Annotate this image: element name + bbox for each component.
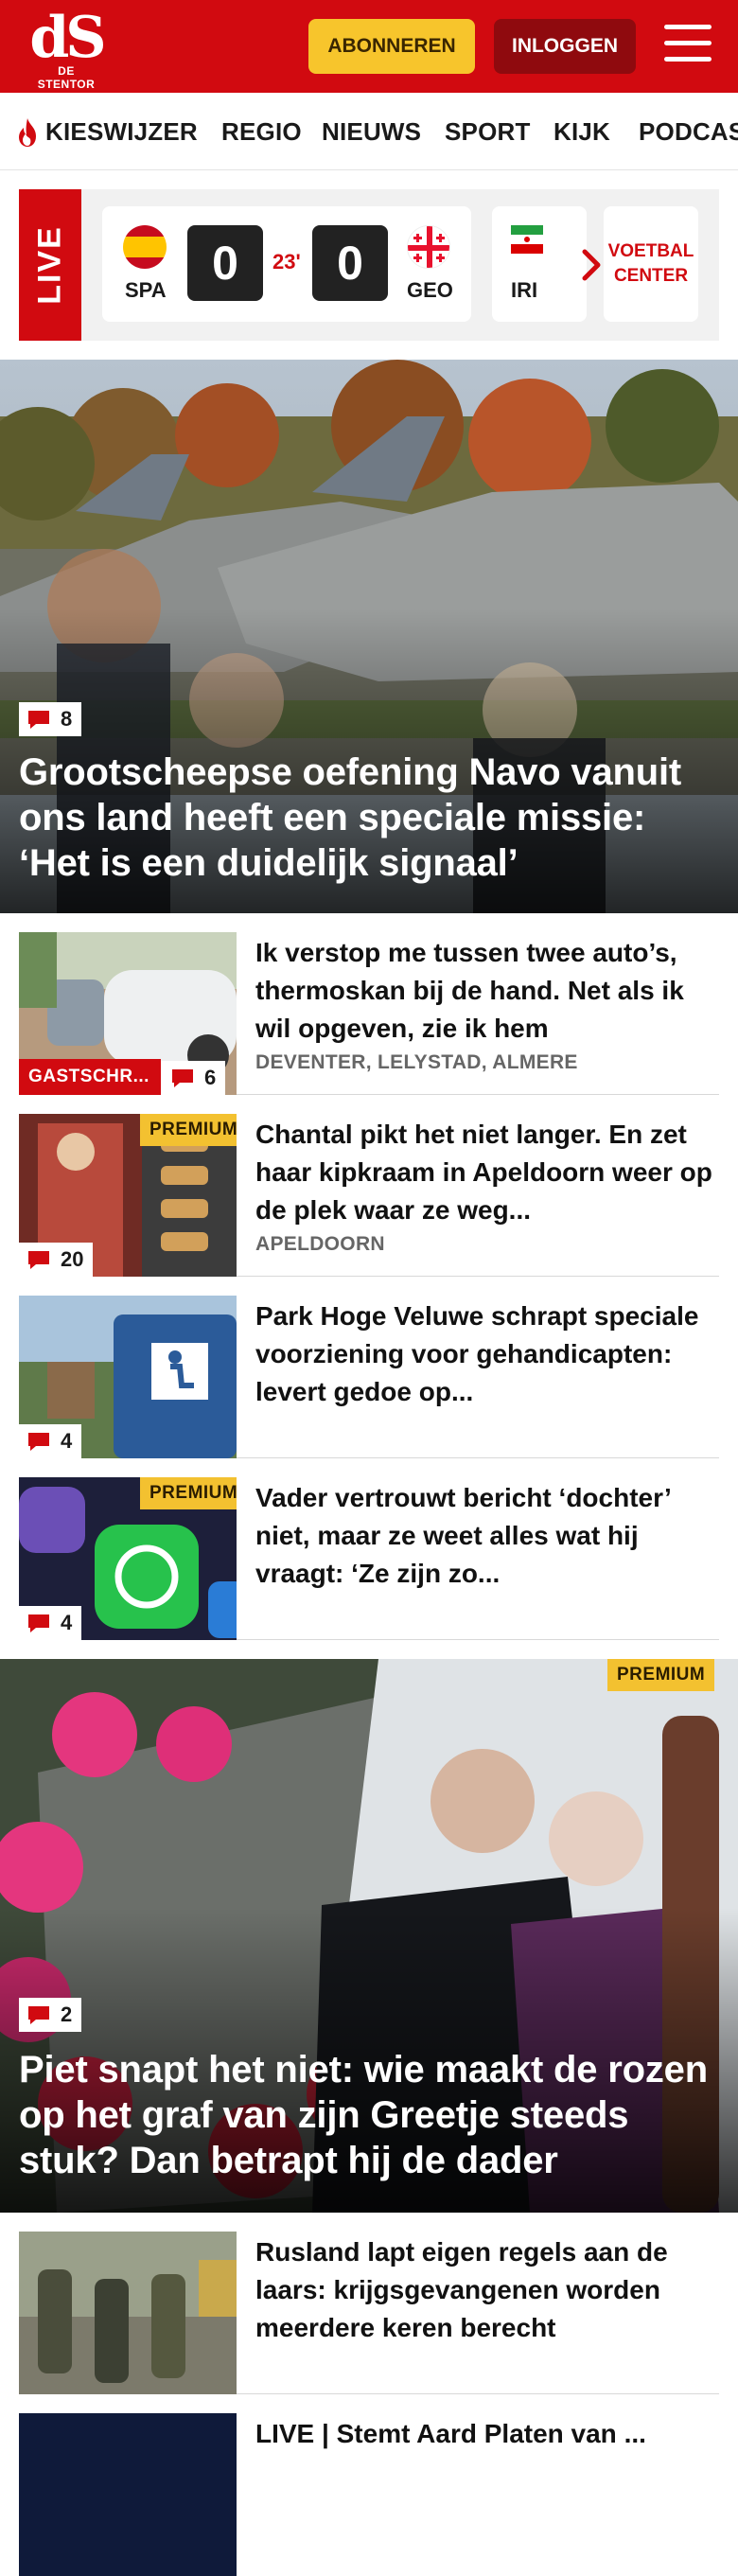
live-scores-bar: LIVE SPA 0 23' 0 GEO IRI VOETBAL CENTER — [19, 189, 719, 341]
flame-icon — [19, 118, 36, 147]
comment-count: 4 — [19, 1606, 82, 1640]
nav-item-podcast[interactable]: PODCAS — [639, 117, 738, 147]
logo-mark: dS — [29, 5, 106, 71]
comment-count: 8 — [19, 702, 82, 736]
site-logo[interactable]: dS DE STENTOR — [28, 5, 106, 91]
article-thumbnail: GASTSCHR... 6 — [19, 932, 237, 1095]
main-nav: KIESWIJZER REGIO NIEUWS SPORT KIJK PODCA… — [0, 93, 738, 170]
home-score: 0 — [187, 225, 263, 301]
login-button[interactable]: INLOGGEN — [494, 19, 636, 74]
article-title[interactable]: LIVE | Stemt Aard Platen van ... — [255, 2415, 719, 2453]
article-title[interactable]: Ik verstop me tussen twee auto’s, thermo… — [255, 934, 719, 1048]
comment-icon — [28, 711, 49, 729]
premium-badge: PREMIUM — [140, 1114, 237, 1146]
article-title[interactable]: Chantal pikt het niet langer. En zet haa… — [255, 1116, 719, 1229]
comment-count: 6 — [161, 1061, 226, 1095]
article-location: DEVENTER, LELYSTAD, ALMERE — [255, 1051, 578, 1073]
nav-item-regio[interactable]: REGIO — [221, 117, 302, 147]
hero-article-navo[interactable]: 8 Grootscheepse oefening Navo vanuit ons… — [0, 360, 738, 913]
hero-article-greetje[interactable]: PREMIUM 2 Piet snapt het niet: wie maakt… — [0, 1659, 738, 2213]
comment-icon — [28, 1433, 49, 1451]
nav-item-kijk[interactable]: KIJK — [554, 117, 610, 147]
article-thumbnail — [19, 2232, 237, 2394]
nav-item-sport[interactable]: SPORT — [445, 117, 531, 147]
comment-icon — [28, 2006, 49, 2024]
article-location: APELDOORN — [255, 1233, 385, 1255]
away-team: GEO — [407, 278, 453, 302]
article-thumbnail: 4 — [19, 1296, 237, 1458]
comment-count: 2 — [19, 1998, 82, 2032]
comment-count: 4 — [19, 1424, 82, 1458]
away-score: 0 — [312, 225, 388, 301]
article-thumbnail — [19, 2413, 237, 2576]
list-item[interactable]: LIVE | Stemt Aard Platen van ... — [19, 2413, 719, 2576]
premium-badge: PREMIUM — [607, 1659, 715, 1691]
site-header: dS DE STENTOR ABONNEREN INLOGGEN — [0, 0, 738, 93]
live-badge: LIVE — [19, 189, 81, 341]
live-match-card-next[interactable]: IRI — [492, 206, 587, 322]
article-title[interactable]: Vader vertrouwt bericht ‘dochter’ niet, … — [255, 1479, 719, 1593]
nav-item-nieuws[interactable]: NIEUWS — [322, 117, 421, 147]
hamburger-icon[interactable] — [664, 25, 712, 66]
comment-icon — [28, 1614, 49, 1632]
georgia-flag-icon — [407, 225, 450, 269]
hero-title[interactable]: Piet snapt het niet: wie maakt de rozen … — [19, 2047, 719, 2183]
iran-flag-icon — [511, 225, 543, 254]
comment-count: 20 — [19, 1243, 94, 1277]
article-thumbnail: PREMIUM 20 — [19, 1114, 237, 1277]
next-team: IRI — [511, 278, 538, 302]
list-item[interactable]: GASTSCHR... 6 Ik verstop me tussen twee … — [19, 932, 719, 1095]
spain-flag-icon — [123, 225, 167, 269]
article-label: GASTSCHR... — [19, 1059, 161, 1095]
premium-badge: PREMIUM — [140, 1477, 237, 1509]
home-team: SPA — [125, 278, 167, 302]
article-title[interactable]: Park Hoge Veluwe schrapt speciale voorzi… — [255, 1297, 719, 1411]
article-thumbnail: PREMIUM 4 — [19, 1477, 237, 1640]
list-item[interactable]: Rusland lapt eigen regels aan de laars: … — [19, 2232, 719, 2394]
list-item[interactable]: 4 Park Hoge Veluwe schrapt speciale voor… — [19, 1296, 719, 1458]
match-minute: 23' — [272, 250, 301, 273]
voetbal-center-button[interactable]: VOETBAL CENTER — [604, 206, 698, 322]
comment-icon — [172, 1069, 193, 1087]
hero-title[interactable]: Grootscheepse oefening Navo vanuit ons l… — [19, 750, 719, 886]
list-item[interactable]: PREMIUM 4 Vader vertrouwt bericht ‘docht… — [19, 1477, 719, 1640]
article-title[interactable]: Rusland lapt eigen regels aan de laars: … — [255, 2233, 719, 2347]
nav-item-kieswijzer[interactable]: KIESWIJZER — [45, 117, 198, 147]
subscribe-button[interactable]: ABONNEREN — [308, 19, 475, 74]
comment-icon — [28, 1251, 49, 1269]
chevron-right-icon[interactable] — [577, 246, 606, 284]
live-match-card[interactable]: SPA 0 23' 0 GEO — [102, 206, 471, 322]
list-item[interactable]: PREMIUM 20 Chantal pikt het niet langer.… — [19, 1114, 719, 1277]
